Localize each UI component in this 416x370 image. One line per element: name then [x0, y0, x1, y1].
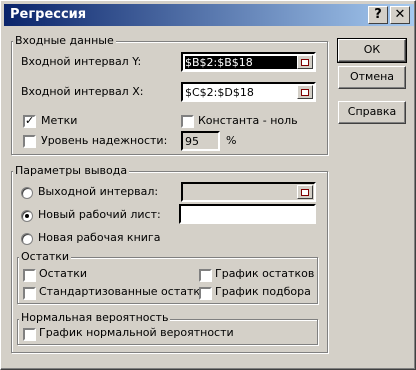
constant-zero-label: Константа - ноль	[198, 114, 298, 127]
help-title-button[interactable]: ?	[368, 6, 388, 24]
residuals-label: Остатки	[39, 267, 88, 280]
output-group-title: Параметры вывода	[13, 164, 130, 177]
output-range-label: Выходной интервал:	[38, 185, 159, 198]
x-range-field[interactable]: $C$2:$D$18	[181, 82, 316, 102]
new-book-label: Новая рабочая книга	[38, 231, 161, 244]
normal-group-title: Нормальная вероятность	[19, 311, 171, 324]
x-range-collapse-icon[interactable]	[297, 85, 313, 99]
residual-plots-label: График остатков	[215, 267, 315, 280]
confidence-value: 95	[185, 135, 199, 148]
labels-checkbox[interactable]	[23, 114, 36, 128]
x-range-label: Входной интервал X:	[21, 85, 144, 98]
fit-plots-label: График подбора	[215, 285, 311, 298]
help-button[interactable]: Справка	[338, 101, 406, 124]
regression-dialog: Регрессия ? ✕ Входные данные Входной инт…	[0, 0, 416, 370]
x-range-value: $C$2:$D$18	[185, 86, 254, 99]
y-range-label: Входной интервал Y:	[21, 55, 142, 68]
close-button[interactable]: ✕	[390, 6, 410, 24]
output-range-radio[interactable]	[21, 187, 33, 199]
y-range-value: $B$2:$B$18	[185, 56, 303, 69]
std-residuals-label: Стандартизованные остатки	[39, 285, 208, 298]
normal-plot-label: График нормальной вероятности	[39, 326, 234, 339]
window-title: Регрессия	[10, 7, 87, 22]
ok-button[interactable]: ОК	[337, 38, 407, 63]
output-range-collapse-icon[interactable]	[297, 185, 313, 199]
new-sheet-radio[interactable]	[21, 210, 33, 222]
y-range-field[interactable]: $B$2:$B$18	[181, 52, 316, 72]
cancel-button[interactable]: Отмена	[338, 66, 406, 89]
input-group-title: Входные данные	[13, 34, 116, 47]
confidence-label: Уровень надежности:	[41, 134, 168, 147]
new-sheet-label: Новый рабочий лист:	[38, 208, 161, 221]
percent-label: %	[226, 134, 237, 147]
residuals-checkbox[interactable]	[23, 269, 36, 282]
output-range-field[interactable]	[181, 182, 316, 202]
title-bar[interactable]: Регрессия ? ✕	[4, 4, 414, 26]
new-sheet-field[interactable]	[179, 204, 316, 224]
normal-plot-checkbox[interactable]	[23, 328, 36, 341]
constant-zero-checkbox[interactable]	[181, 115, 194, 128]
confidence-checkbox[interactable]	[23, 135, 36, 148]
std-residuals-checkbox[interactable]	[23, 287, 36, 300]
new-book-radio[interactable]	[21, 233, 33, 245]
confidence-field[interactable]: 95	[181, 131, 220, 151]
fit-plots-checkbox[interactable]	[199, 287, 212, 300]
labels-label: Метки	[41, 114, 78, 127]
residuals-group-title: Остатки	[19, 250, 72, 263]
residual-plots-checkbox[interactable]	[199, 269, 212, 282]
y-range-collapse-icon[interactable]	[297, 55, 313, 69]
